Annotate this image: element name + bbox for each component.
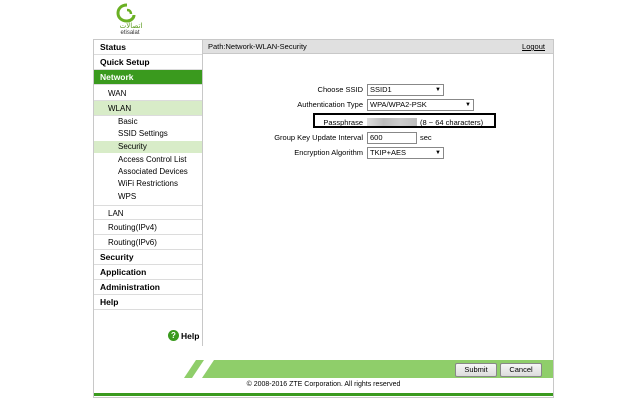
sidebar-item-network[interactable]: Network bbox=[94, 70, 202, 85]
breadcrumb-path: Path:Network-WLAN-Security bbox=[208, 42, 307, 51]
auth-type-label: Authentication Type bbox=[297, 100, 363, 109]
sidebar-item-lan[interactable]: LAN bbox=[94, 205, 202, 220]
group-key-label: Group Key Update Interval bbox=[274, 133, 363, 142]
chevron-down-icon: ▼ bbox=[435, 150, 441, 156]
footer-copyright: © 2008-2016 ZTE Corporation. All rights … bbox=[246, 381, 401, 388]
sidebar-item-wlan[interactable]: WLAN bbox=[94, 101, 202, 116]
sidebar-item-administration[interactable]: Administration bbox=[94, 280, 202, 295]
sidebar-item-routing-ipv4[interactable]: Routing(IPv4) bbox=[94, 220, 202, 235]
sidebar-item-wan[interactable]: WAN bbox=[94, 86, 202, 101]
encryption-select[interactable]: TKIP+AES ▼ bbox=[367, 147, 444, 159]
sidebar-item-wps[interactable]: WPS bbox=[94, 191, 202, 203]
cancel-button[interactable]: Cancel bbox=[500, 363, 542, 377]
help-link[interactable]: ? Help bbox=[168, 330, 199, 341]
sidebar-item-application[interactable]: Application bbox=[94, 265, 202, 280]
group-key-unit: sec bbox=[420, 133, 432, 142]
sidebar-item-wifi-restrictions[interactable]: WiFi Restrictions bbox=[94, 178, 202, 190]
passphrase-highlight-box bbox=[313, 113, 496, 128]
sidebar-item-ssid-settings[interactable]: SSID Settings bbox=[94, 128, 202, 140]
chevron-down-icon: ▼ bbox=[465, 102, 471, 108]
sidebar-item-help[interactable]: Help bbox=[94, 295, 202, 310]
chevron-down-icon: ▼ bbox=[435, 87, 441, 93]
ssid-select[interactable]: SSID1 ▼ bbox=[367, 84, 444, 96]
logout-link[interactable]: Logout bbox=[522, 42, 545, 51]
green-stripe-decoration bbox=[184, 360, 553, 378]
etisalat-logo: اتصالات etisalat bbox=[110, 3, 150, 37]
help-icon: ? bbox=[168, 330, 179, 341]
sidebar-item-quick-setup[interactable]: Quick Setup bbox=[94, 55, 202, 70]
encryption-label: Encryption Algorithm bbox=[294, 148, 363, 157]
router-config-frame: Status Quick Setup Network WAN WLAN Basi… bbox=[93, 39, 554, 398]
logo-arabic-text: اتصالات bbox=[119, 22, 143, 30]
sidebar-item-status[interactable]: Status bbox=[94, 40, 202, 55]
sidebar-item-associated-devices[interactable]: Associated Devices bbox=[94, 166, 202, 178]
sidebar-item-security[interactable]: Security bbox=[94, 250, 202, 265]
auth-type-select[interactable]: WPA/WPA2-PSK ▼ bbox=[367, 99, 474, 111]
group-key-input[interactable]: 600 bbox=[367, 132, 417, 144]
help-label: Help bbox=[181, 330, 200, 341]
action-bar: Submit Cancel bbox=[94, 360, 553, 380]
sidebar-nav: Status Quick Setup Network WAN WLAN Basi… bbox=[94, 40, 203, 346]
sidebar-item-wlan-security[interactable]: Security bbox=[94, 141, 202, 153]
sidebar-item-access-control-list[interactable]: Access Control List bbox=[94, 154, 202, 166]
footer-line bbox=[94, 393, 553, 396]
logo-latin-text: etisalat bbox=[120, 30, 140, 36]
path-bar: Path:Network-WLAN-Security Logout bbox=[203, 40, 553, 54]
submit-button[interactable]: Submit bbox=[455, 363, 497, 377]
choose-ssid-label: Choose SSID bbox=[317, 85, 363, 94]
sidebar-item-routing-ipv6[interactable]: Routing(IPv6) bbox=[94, 235, 202, 250]
sidebar-item-basic[interactable]: Basic bbox=[94, 116, 202, 128]
